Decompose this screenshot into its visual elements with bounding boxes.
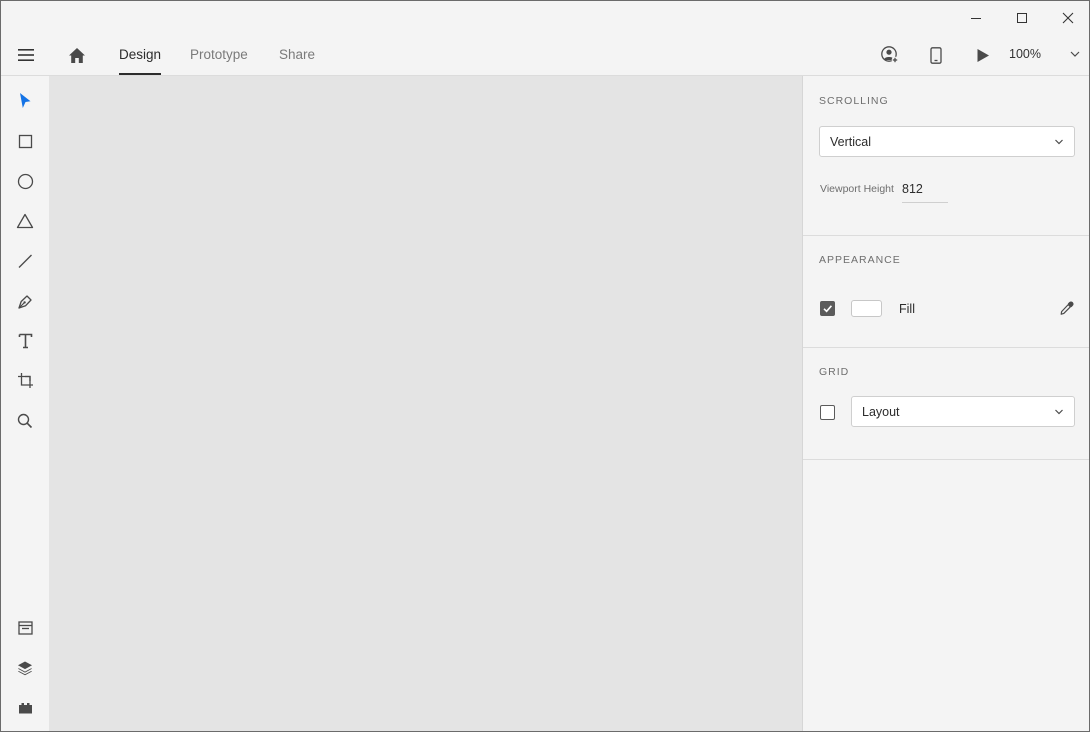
maximize-icon xyxy=(1017,13,1027,23)
design-canvas[interactable] xyxy=(49,76,802,732)
fill-color-swatch[interactable] xyxy=(851,300,882,317)
polygon-icon xyxy=(16,213,34,229)
title-bar xyxy=(1,1,1089,35)
rectangle-icon xyxy=(18,134,32,148)
appearance-section: APPEARANCE Fill xyxy=(803,236,1090,348)
tab-design[interactable]: Design xyxy=(119,35,162,75)
chevron-down-icon[interactable] xyxy=(1069,48,1081,60)
minimize-button[interactable] xyxy=(953,1,999,35)
property-inspector: SCROLLING Vertical Viewport Height APPEA… xyxy=(802,76,1090,732)
layers-icon xyxy=(18,661,32,676)
grid-checkbox[interactable] xyxy=(820,405,835,420)
scrolling-dropdown[interactable]: Vertical xyxy=(819,126,1075,157)
play-icon xyxy=(977,48,989,62)
mobile-preview-icon xyxy=(930,46,942,64)
minimize-icon xyxy=(971,18,981,19)
checkmark-icon xyxy=(823,305,833,313)
scrolling-section: SCROLLING Vertical Viewport Height xyxy=(803,76,1090,236)
tab-prototype[interactable]: Prototype xyxy=(190,35,248,75)
assets-panel-button[interactable] xyxy=(13,616,37,640)
app-bar: Design Prototype Share 100% xyxy=(1,35,1089,76)
pen-tool[interactable] xyxy=(13,289,37,313)
ellipse-icon xyxy=(17,173,33,189)
line-icon xyxy=(18,254,32,268)
pen-icon xyxy=(17,294,32,309)
polygon-tool[interactable] xyxy=(13,209,37,233)
text-tool[interactable] xyxy=(13,329,37,353)
grid-type-dropdown[interactable]: Layout xyxy=(851,396,1075,427)
eyedropper-icon[interactable] xyxy=(1059,300,1075,316)
close-icon xyxy=(1062,12,1074,24)
home-button[interactable] xyxy=(63,43,91,67)
assets-icon xyxy=(17,621,33,635)
fill-checkbox[interactable] xyxy=(820,301,835,316)
tool-bar xyxy=(1,76,49,732)
section-title-grid: GRID xyxy=(819,366,850,378)
zoom-level[interactable]: 100% xyxy=(1009,35,1041,75)
hamburger-menu-icon xyxy=(18,49,34,61)
home-icon xyxy=(69,47,85,63)
layers-panel-button[interactable] xyxy=(13,656,37,680)
line-tool[interactable] xyxy=(13,249,37,273)
ellipse-tool[interactable] xyxy=(13,169,37,193)
zoom-tool[interactable] xyxy=(13,409,37,433)
viewport-height-input[interactable] xyxy=(902,176,948,203)
invite-user-button[interactable] xyxy=(877,43,903,67)
zoom-icon xyxy=(17,413,33,429)
fill-label: Fill xyxy=(899,302,915,316)
scrolling-dropdown-value: Vertical xyxy=(830,135,871,149)
play-preview-button[interactable] xyxy=(970,43,996,67)
artboard-tool[interactable] xyxy=(13,368,37,392)
text-icon xyxy=(18,333,32,349)
artboard-icon xyxy=(17,372,33,388)
chevron-down-icon xyxy=(1055,139,1063,145)
mobile-preview-button[interactable] xyxy=(923,43,949,67)
grid-section: GRID Layout xyxy=(803,348,1090,460)
section-title-scrolling: SCROLLING xyxy=(819,95,889,107)
plugins-icon xyxy=(18,703,32,714)
select-tool[interactable] xyxy=(13,89,37,113)
hamburger-menu-button[interactable] xyxy=(12,44,40,66)
close-button[interactable] xyxy=(1045,1,1090,35)
select-icon xyxy=(20,93,31,108)
invite-user-icon xyxy=(881,46,899,64)
viewport-height-label: Viewport Height xyxy=(820,183,894,195)
plugins-panel-button[interactable] xyxy=(13,696,37,720)
section-title-appearance: APPEARANCE xyxy=(819,254,901,266)
chevron-down-icon xyxy=(1055,409,1063,415)
rectangle-tool[interactable] xyxy=(13,129,37,153)
maximize-button[interactable] xyxy=(999,1,1045,35)
tab-share[interactable]: Share xyxy=(279,35,315,75)
grid-dropdown-value: Layout xyxy=(862,405,900,419)
